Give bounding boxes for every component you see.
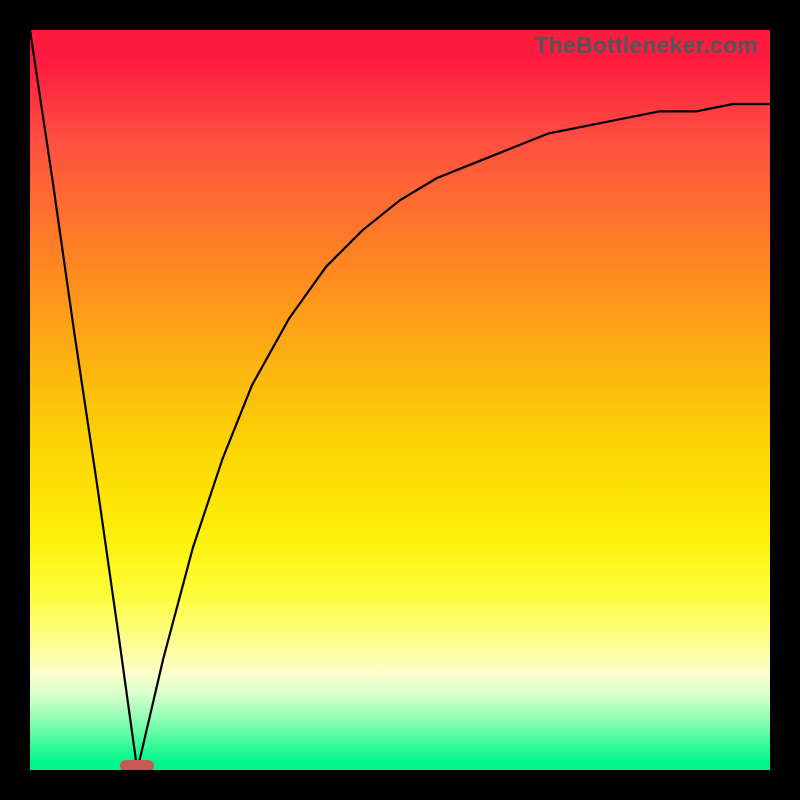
plot-area: TheBottleneker.com xyxy=(30,30,770,770)
chart-frame: TheBottleneker.com xyxy=(0,0,800,800)
curve-svg xyxy=(30,30,770,770)
deviation-curve xyxy=(30,30,770,770)
optimum-marker xyxy=(120,760,154,770)
